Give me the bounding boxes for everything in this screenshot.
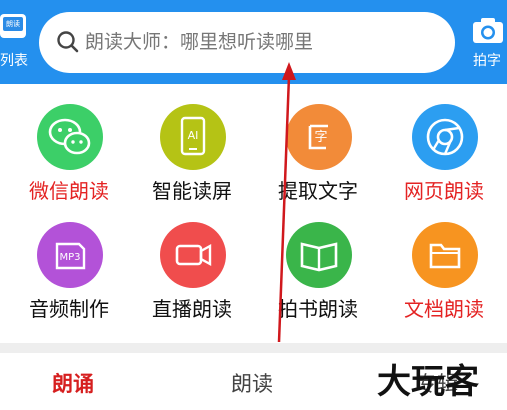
folder-icon <box>412 222 478 288</box>
svg-text:MP3: MP3 <box>59 252 80 263</box>
feature-label: 音频制作 <box>29 297 109 321</box>
feature-live-read[interactable]: 直播朗读 <box>129 202 255 326</box>
feature-label: 直播朗读 <box>152 297 232 321</box>
book-icon <box>286 222 352 288</box>
video-camera-icon <box>160 222 226 288</box>
browser-icon <box>412 104 478 170</box>
feature-label: 网页朗读 <box>404 179 484 203</box>
list-icon-text: 朗读 <box>3 17 23 31</box>
feature-label: 微信朗读 <box>29 179 109 203</box>
svg-text:AI: AI <box>188 129 199 142</box>
tab-recite[interactable]: 朗诵 <box>52 368 94 398</box>
feature-label: 智能读屏 <box>152 179 232 203</box>
feature-label: 拍书朗读 <box>278 297 358 321</box>
search-input[interactable]: 朗读大师：哪里想听读哪里 <box>39 12 455 73</box>
feature-grid: 微信朗读 AI 智能读屏 字 提取文字 网页朗读 MP3 音频制作 直播朗读 拍… <box>0 84 507 346</box>
mp3-icon: MP3 <box>37 222 103 288</box>
tab-read[interactable]: 朗读 <box>231 368 273 398</box>
ai-phone-icon: AI <box>160 104 226 170</box>
feature-wechat-read[interactable]: 微信朗读 <box>6 84 132 208</box>
svg-text:字: 字 <box>314 130 327 145</box>
camera-icon <box>473 18 503 43</box>
watermark-text: 大玩客 <box>377 362 479 402</box>
search-icon <box>57 31 79 53</box>
feature-label: 文档朗读 <box>404 297 484 321</box>
watermark-logo: 大玩客 <box>377 354 507 404</box>
wechat-icon <box>37 104 103 170</box>
feature-audio-making[interactable]: MP3 音频制作 <box>6 202 132 326</box>
photo-text-label: 拍字 <box>473 53 501 69</box>
list-label: 列表 <box>0 53 28 69</box>
list-book-icon: 朗读 <box>0 14 26 38</box>
feature-extract-text[interactable]: 字 提取文字 <box>255 84 381 208</box>
section-divider <box>0 343 507 353</box>
extract-text-icon: 字 <box>286 104 352 170</box>
search-placeholder: 朗读大师：哪里想听读哪里 <box>85 31 314 53</box>
feature-web-read[interactable]: 网页朗读 <box>381 84 507 208</box>
photo-text-button[interactable]: 拍字 <box>468 12 507 74</box>
feature-document-read[interactable]: 文档朗读 <box>381 202 507 326</box>
feature-label: 提取文字 <box>278 179 358 203</box>
top-header: 朗读 列表 朗读大师：哪里想听读哪里 拍字 <box>0 0 507 84</box>
feature-book-photo-read[interactable]: 拍书朗读 <box>255 202 381 326</box>
list-button[interactable]: 朗读 列表 <box>0 14 30 74</box>
feature-smart-screen-read[interactable]: AI 智能读屏 <box>129 84 255 208</box>
